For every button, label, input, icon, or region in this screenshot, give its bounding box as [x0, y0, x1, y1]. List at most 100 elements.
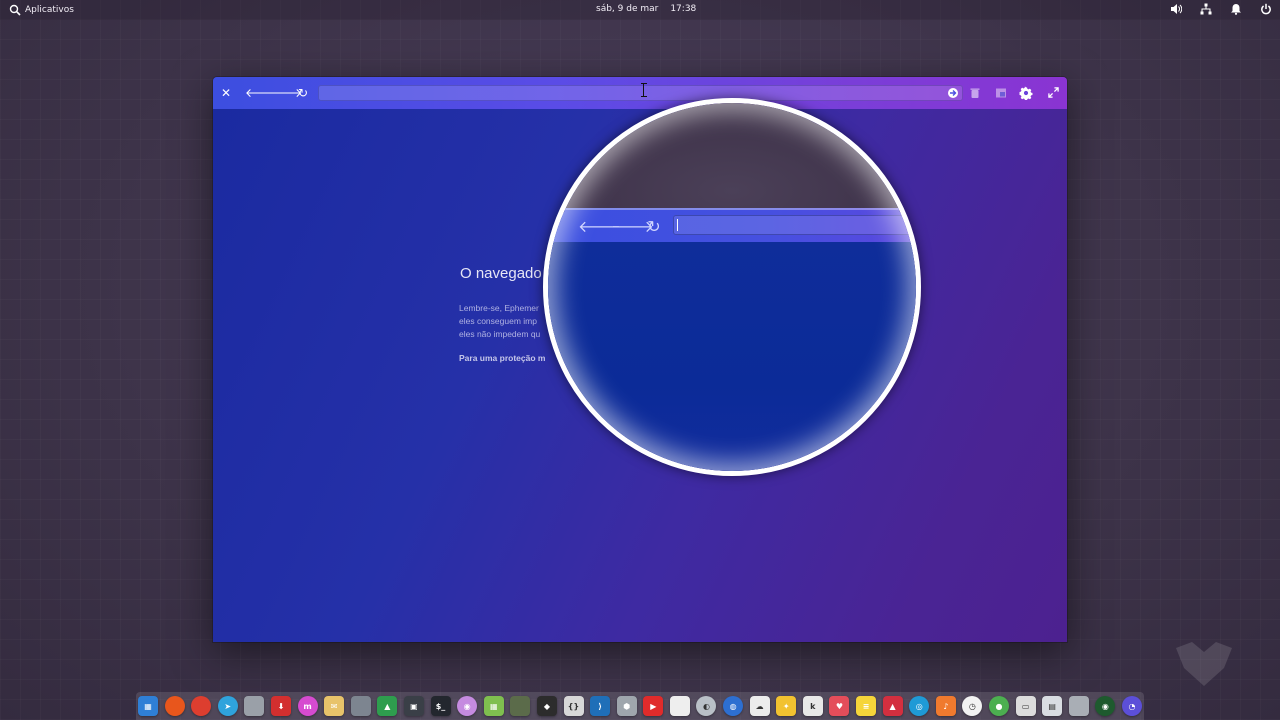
kindle-icon: k [810, 701, 816, 711]
magnified-forward-icon: 🡒 [611, 217, 654, 237]
headset-app-icon: ◎ [915, 701, 923, 711]
dock-item-music[interactable]: ♪ [935, 696, 956, 716]
close-icon: ✕ [220, 86, 232, 100]
dock-item-notes[interactable]: ≡ [856, 696, 877, 716]
dock-item-trash[interactable] [1068, 696, 1089, 716]
cube-app-icon: ⬢ [623, 701, 631, 711]
dock-item-owl-app[interactable]: ◉ [457, 696, 478, 716]
date-time[interactable]: sáb, 9 de mar 17:38 [596, 4, 696, 14]
reload-icon: ↻ [297, 86, 309, 100]
calendar-badge-icon: ▤ [1048, 701, 1056, 711]
dock-item-screenshot[interactable]: ▣ [403, 696, 424, 716]
search-icon [9, 4, 21, 16]
reload-button[interactable]: ↻ [295, 85, 311, 101]
dock-item-disk-app[interactable]: ◐ [696, 696, 717, 716]
dock-item-pocket[interactable]: ♥ [829, 696, 850, 716]
dock-item-code-editor[interactable]: {} [563, 696, 584, 716]
magnified-desktop [548, 103, 916, 213]
maximize-icon [1047, 87, 1059, 101]
dock-item-spreadsheet[interactable]: ▦ [483, 696, 504, 716]
dock-item-calculator[interactable] [350, 696, 371, 716]
dock-item-firefox[interactable] [164, 696, 185, 716]
dock-item-multitasking[interactable]: ▦ [138, 696, 158, 716]
applications-label: Aplicativos [25, 5, 74, 15]
dock-item-lens-app[interactable]: ◉ [1095, 696, 1116, 716]
indicators [1170, 3, 1272, 15]
dock-item-calendar-badge[interactable]: ▤ [1042, 696, 1063, 716]
weather-icon: ☁ [755, 701, 764, 711]
content-line-3: eles não impedem qu [459, 329, 541, 339]
screenshot-icon: ▣ [410, 701, 418, 711]
page-title: O navegado [460, 265, 542, 282]
terminal-icon: $_ [435, 701, 446, 711]
dock-item-document[interactable] [669, 696, 690, 716]
dock-item-headset-app[interactable]: ◎ [909, 696, 930, 716]
dock-item-weather[interactable]: ☁ [749, 696, 770, 716]
vector-app-icon: ▲ [889, 701, 896, 711]
dock-item-telegram[interactable]: ➤ [217, 696, 238, 716]
text-caret [677, 219, 678, 231]
inkscape-icon: ◆ [543, 701, 550, 711]
maximize-button[interactable] [1045, 85, 1061, 101]
dock-item-kindle[interactable]: k [802, 696, 823, 716]
content-strong: Para uma proteção m [459, 353, 546, 363]
pocket-icon: ♥ [835, 701, 844, 711]
dock-item-idea-app[interactable]: ✦ [776, 696, 797, 716]
media-player-icon: ● [995, 701, 1003, 711]
code-editor-icon: {} [567, 701, 580, 711]
dock-item-turtle-app[interactable] [510, 696, 531, 716]
dock-item-files[interactable] [244, 696, 265, 716]
spreadsheet-icon: ▦ [489, 701, 498, 711]
dock-item-id-card[interactable]: ▭ [1015, 696, 1036, 716]
power-icon[interactable] [1260, 3, 1272, 15]
penguin-watermark-icon [1176, 642, 1232, 686]
open-in-browser-button[interactable] [993, 85, 1009, 101]
dock-item-google-drive[interactable]: ▲ [377, 696, 398, 716]
content-line-1: Lembre-se, Ephemer [459, 303, 539, 313]
url-input[interactable] [318, 85, 963, 101]
dock-item-vscode[interactable]: ⟩ [590, 696, 611, 716]
browser-window-icon [995, 88, 1007, 102]
dock-item-vector-app[interactable]: ▲ [882, 696, 903, 716]
content-line-2: eles conseguem imp [459, 316, 537, 326]
dock-item-media-player[interactable]: ● [989, 696, 1009, 716]
id-card-icon: ▭ [1021, 701, 1030, 711]
network-icon[interactable] [1200, 3, 1212, 15]
dock-item-mail[interactable]: ✉ [324, 696, 345, 716]
applications-menu[interactable]: Aplicativos [9, 4, 74, 16]
top-panel: Aplicativos sáb, 9 de mar 17:38 [0, 0, 1280, 20]
dock-item-clock[interactable]: ◷ [962, 696, 983, 716]
magnified-url-input [673, 215, 916, 235]
vscode-icon: ⟩ [598, 701, 602, 711]
back-button[interactable]: 🡐 [245, 85, 277, 101]
go-button[interactable] [945, 85, 961, 101]
idea-app-icon: ✦ [782, 701, 790, 711]
close-button[interactable]: ✕ [218, 85, 234, 101]
magnified-reload-icon: ↻ [647, 217, 661, 236]
ephemeral-browser-icon: ◔ [1128, 701, 1136, 711]
dock-item-youtube[interactable]: ▶ [643, 696, 664, 716]
notifications-icon[interactable] [1230, 3, 1242, 15]
multitasking-icon: ▦ [144, 701, 152, 711]
dock-item-cube-app[interactable]: ⬢ [616, 696, 637, 716]
mail-icon: ✉ [330, 701, 338, 711]
dock-item-inkscape[interactable]: ◆ [536, 696, 557, 716]
telegram-icon: ➤ [224, 701, 232, 711]
time-label: 17:38 [670, 4, 697, 14]
dock-item-hub[interactable]: m [297, 696, 318, 716]
magnifier-lens: 🡐 🡒 ↻ [543, 98, 921, 476]
dock-item-ephemeral-browser[interactable]: ◔ [1121, 696, 1142, 716]
dock-item-chrome[interactable] [191, 696, 212, 716]
dock-item-browser-globe[interactable]: ◍ [723, 696, 744, 716]
browser-globe-icon: ◍ [729, 701, 737, 711]
go-arrow-icon [947, 88, 959, 102]
forward-button[interactable]: 🡒 [270, 85, 302, 101]
dock-item-appcenter[interactable]: ⬇ [270, 696, 291, 716]
settings-button[interactable] [1018, 85, 1034, 101]
dock-item-terminal[interactable]: $_ [430, 696, 451, 716]
disk-app-icon: ◐ [702, 701, 710, 711]
erase-button[interactable] [967, 85, 983, 101]
notes-icon: ≡ [862, 701, 870, 711]
volume-icon[interactable] [1170, 3, 1182, 15]
text-cursor-icon [641, 83, 647, 97]
